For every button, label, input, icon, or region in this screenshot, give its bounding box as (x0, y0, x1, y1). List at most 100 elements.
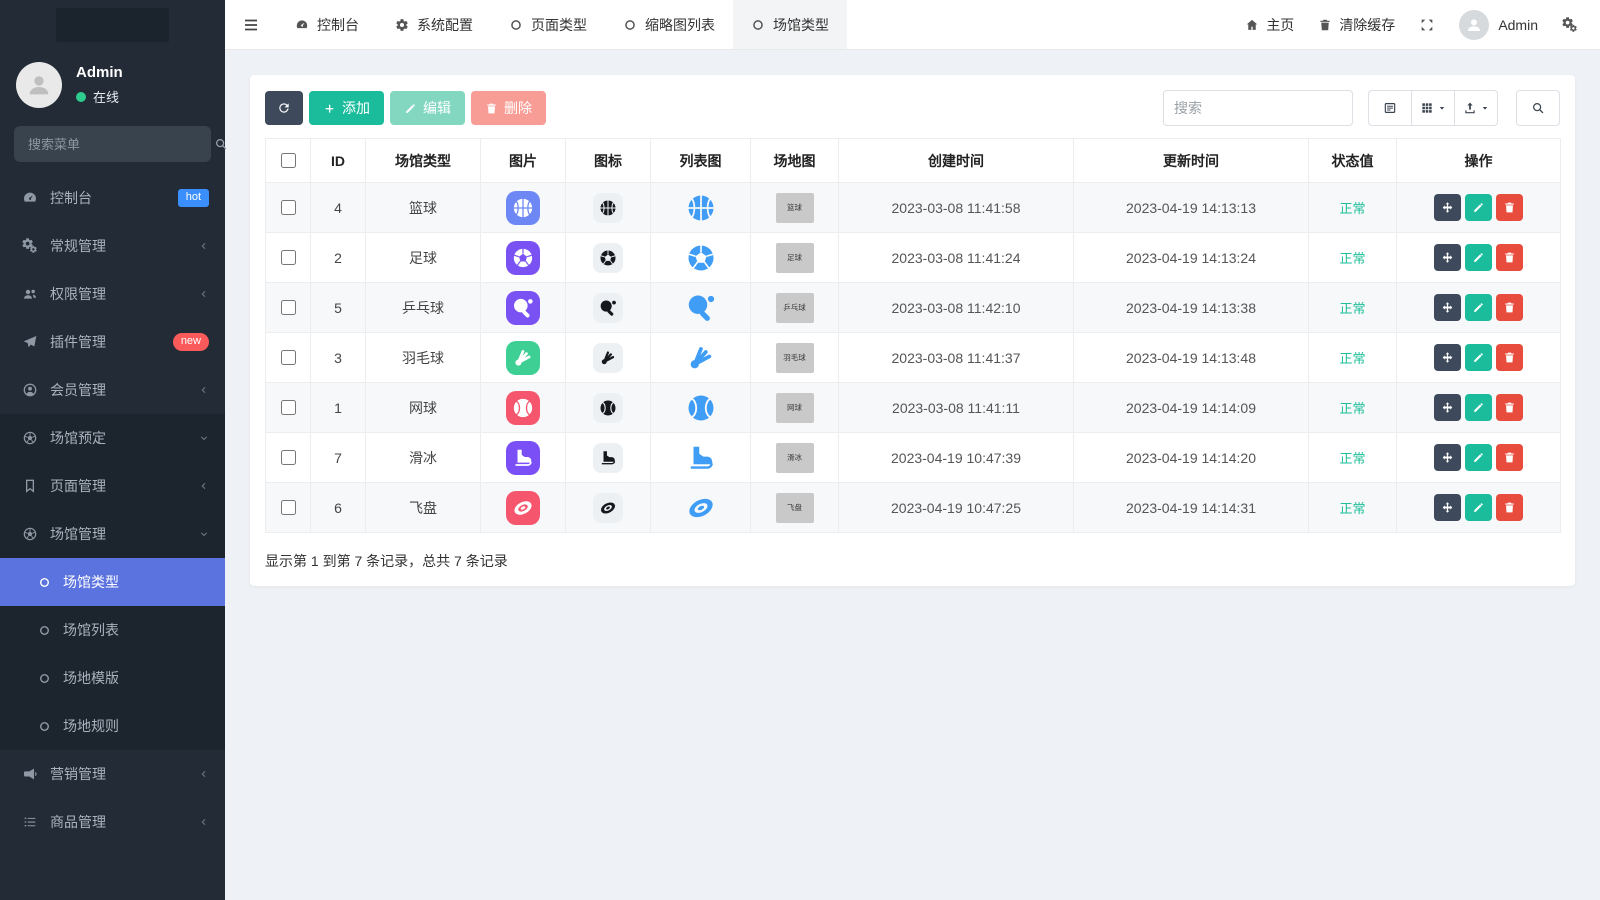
sidebar-item-general-mgmt[interactable]: 常规管理 (0, 222, 225, 270)
column-header[interactable]: 图标 (566, 139, 651, 183)
delete-row-button[interactable] (1496, 244, 1523, 271)
field-map-thumbnail: 网球 (776, 393, 814, 423)
sidebar-item-dashboard[interactable]: 控制台hot (0, 174, 225, 222)
row-checkbox[interactable] (281, 200, 296, 215)
delete-row-button[interactable] (1496, 444, 1523, 471)
row-checkbox[interactable] (281, 500, 296, 515)
search-submit-button[interactable] (1516, 90, 1560, 126)
move-button[interactable] (1434, 444, 1461, 471)
gauge-icon (295, 18, 309, 32)
row-id: 7 (311, 433, 366, 483)
column-header[interactable]: 创建时间 (839, 139, 1074, 183)
picture-cell (481, 283, 566, 333)
tab-venue-type[interactable]: 场馆类型 (733, 0, 847, 49)
chevron-left-icon (199, 385, 209, 395)
column-header[interactable]: 场馆类型 (366, 139, 481, 183)
column-header[interactable]: 场地图 (751, 139, 839, 183)
export-button[interactable] (1454, 90, 1498, 126)
edit-row-button[interactable] (1465, 394, 1492, 421)
column-header[interactable]: 更新时间 (1074, 139, 1309, 183)
add-button[interactable]: 添加 (309, 91, 384, 125)
select-all-checkbox[interactable] (281, 153, 296, 168)
sidebar-item-goods-mgmt[interactable]: 商品管理 (0, 798, 225, 846)
column-header[interactable]: ID (311, 139, 366, 183)
move-button[interactable] (1434, 244, 1461, 271)
cogs-icon (22, 238, 38, 254)
column-header[interactable]: 操作 (1397, 139, 1561, 183)
tab-page-type[interactable]: 页面类型 (491, 0, 605, 49)
column-header[interactable]: 图片 (481, 139, 566, 183)
row-checkbox[interactable] (281, 400, 296, 415)
field-map-thumbnail: 滑冰 (776, 443, 814, 473)
sidebar-item-field-rule[interactable]: 场地规则 (0, 702, 225, 750)
clear-cache-link[interactable]: 清除缓存 (1318, 15, 1395, 35)
edit-row-button[interactable] (1465, 344, 1492, 371)
edit-row-button[interactable] (1465, 194, 1492, 221)
edit-row-button[interactable] (1465, 494, 1492, 521)
delete-row-button[interactable] (1496, 294, 1523, 321)
sidebar-item-marketing-mgmt[interactable]: 营销管理 (0, 750, 225, 798)
sidebar-item-venue-list[interactable]: 场馆列表 (0, 606, 225, 654)
sidebar-item-permission-mgmt[interactable]: 权限管理 (0, 270, 225, 318)
sport-list-image (686, 343, 716, 373)
settings-button[interactable] (1562, 17, 1578, 33)
delete-row-button[interactable] (1496, 194, 1523, 221)
tab-thumbnail-list[interactable]: 缩略图列表 (605, 0, 733, 49)
edit-row-button[interactable] (1465, 444, 1492, 471)
menu-search-input[interactable] (26, 136, 206, 153)
trash-icon (1503, 401, 1516, 414)
delete-row-button[interactable] (1496, 394, 1523, 421)
view-button-group (1368, 90, 1498, 126)
home-link[interactable]: 主页 (1245, 15, 1294, 35)
sidebar-toggle-button[interactable] (225, 0, 277, 49)
row-checkbox[interactable] (281, 350, 296, 365)
icon-cell (566, 283, 651, 333)
icon-cell (566, 483, 651, 533)
row-checkbox[interactable] (281, 450, 296, 465)
columns-button[interactable] (1411, 90, 1455, 126)
fullscreen-button[interactable] (1419, 17, 1435, 33)
move-button[interactable] (1434, 294, 1461, 321)
user-menu[interactable]: Admin (1459, 10, 1538, 40)
delete-button[interactable]: 删除 (471, 91, 546, 125)
created-time: 2023-03-08 11:41:11 (839, 383, 1074, 433)
edit-row-button[interactable] (1465, 294, 1492, 321)
tab-system-config[interactable]: 系统配置 (377, 0, 491, 49)
venue-type-name: 乒乓球 (366, 283, 481, 333)
move-button[interactable] (1434, 344, 1461, 371)
sidebar-item-label: 插件管理 (50, 332, 161, 352)
move-button[interactable] (1434, 394, 1461, 421)
actions-cell (1397, 383, 1561, 433)
circle-icon (38, 672, 51, 685)
tab-dashboard[interactable]: 控制台 (277, 0, 377, 49)
card-view-button[interactable] (1368, 90, 1412, 126)
row-id: 5 (311, 283, 366, 333)
edit-button[interactable]: 编辑 (390, 91, 465, 125)
row-checkbox[interactable] (281, 250, 296, 265)
move-button[interactable] (1434, 494, 1461, 521)
column-header[interactable]: 状态值 (1309, 139, 1397, 183)
move-button[interactable] (1434, 194, 1461, 221)
sidebar-item-plugin-mgmt[interactable]: 插件管理new (0, 318, 225, 366)
sidebar-item-venue-type[interactable]: 场馆类型 (0, 558, 225, 606)
field-map-thumbnail: 足球 (776, 243, 814, 273)
sidebar-item-venue-mgmt[interactable]: 场馆管理 (0, 510, 225, 558)
edit-row-button[interactable] (1465, 244, 1492, 271)
updated-time: 2023-04-19 14:13:48 (1074, 333, 1309, 383)
sidebar-item-field-template[interactable]: 场地模版 (0, 654, 225, 702)
sidebar-item-page-mgmt[interactable]: 页面管理 (0, 462, 225, 510)
select-all-header (266, 139, 311, 183)
row-checkbox[interactable] (281, 300, 296, 315)
refresh-button[interactable] (265, 91, 303, 125)
table-search-input[interactable] (1163, 90, 1353, 126)
search-icon[interactable] (214, 137, 228, 151)
sport-list-image (686, 443, 716, 473)
delete-row-button[interactable] (1496, 344, 1523, 371)
sidebar-item-member-mgmt[interactable]: 会员管理 (0, 366, 225, 414)
tab-label: 系统配置 (417, 15, 473, 35)
field-map-cell: 网球 (751, 383, 839, 433)
column-header[interactable]: 列表图 (651, 139, 751, 183)
sidebar-item-venue-booking[interactable]: 场馆预定 (0, 414, 225, 462)
field-map-thumbnail: 篮球 (776, 193, 814, 223)
delete-row-button[interactable] (1496, 494, 1523, 521)
